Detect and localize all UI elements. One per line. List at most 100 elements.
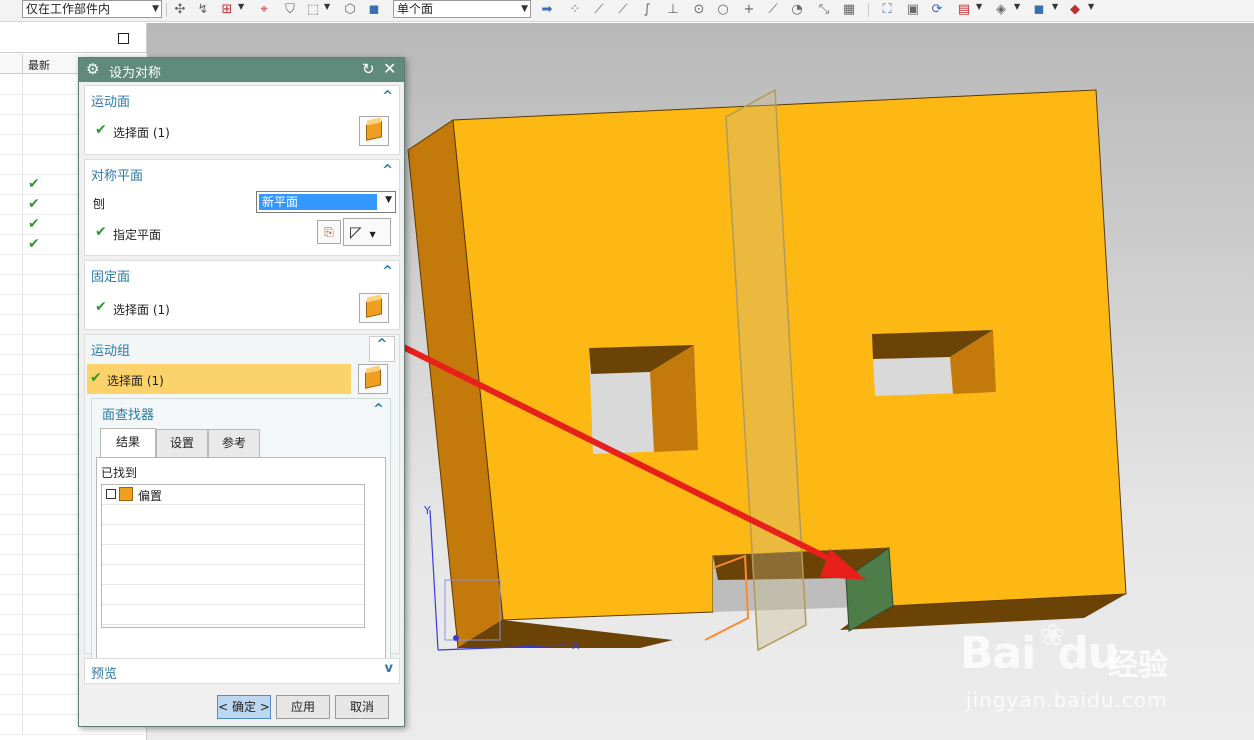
select-face-button[interactable] xyxy=(358,364,388,394)
check-icon: ✔ xyxy=(90,370,102,386)
gear-icon[interactable]: ⚙ xyxy=(86,60,99,78)
close-icon[interactable]: ✕ xyxy=(383,59,396,78)
midpoint-icon[interactable]: ⟋ xyxy=(614,1,632,18)
plane-type-combo[interactable]: 新平面 ▼ xyxy=(256,191,396,213)
layout-icon[interactable]: ▤ xyxy=(955,1,973,18)
endpoint-icon[interactable]: ⁘ xyxy=(566,1,584,18)
quadrant-icon[interactable]: ⊥ xyxy=(664,1,682,18)
body-icon[interactable]: ⬡ xyxy=(341,1,359,18)
dialog-title-bar[interactable]: ⚙ 设为对称 ↻ ✕ xyxy=(79,58,404,82)
plane-type-value: 新平面 xyxy=(259,194,377,210)
column-divider xyxy=(22,495,23,515)
chevron-up-icon[interactable]: ^ xyxy=(382,163,393,178)
tangent-icon[interactable]: ⟋ xyxy=(764,1,782,18)
preview-section: 预览 v xyxy=(84,658,400,684)
fixed-face-select-row[interactable]: ✔ 选择面 (1) xyxy=(85,293,399,323)
column-latest[interactable]: 最新 xyxy=(28,57,50,73)
view-image-icon[interactable]: ▣ xyxy=(904,1,922,18)
plane-type-label: 刨 xyxy=(93,197,106,211)
chevron-down-icon[interactable]: ▼ xyxy=(1052,2,1058,11)
ok-button[interactable]: < 确定 > xyxy=(217,695,271,719)
watermark-url: jingyan.baidu.com xyxy=(966,688,1168,712)
chevron-down-icon[interactable]: ▼ xyxy=(238,2,244,11)
chevron-down-icon: ▼ xyxy=(152,4,159,14)
column-divider xyxy=(22,675,23,695)
render-style-icon[interactable]: ◆ xyxy=(1066,1,1084,18)
inferred-plane-button[interactable]: ◸ ▼ xyxy=(343,218,391,246)
arrow-right-icon[interactable]: ➡ xyxy=(538,1,556,18)
chevron-down-icon[interactable]: ▼ xyxy=(976,2,982,11)
column-divider xyxy=(22,435,23,455)
selection-scope-combo[interactable]: 仅在工作部件内 ▼ xyxy=(22,0,162,18)
line-icon[interactable]: ⟋ xyxy=(590,1,608,18)
tab-settings[interactable]: 设置 xyxy=(156,429,208,457)
plane-type-row: 刨 新平面 ▼ xyxy=(85,191,399,215)
cancel-button[interactable]: 取消 xyxy=(335,695,389,719)
column-divider xyxy=(22,455,23,475)
maximize-icon[interactable] xyxy=(118,33,129,44)
face-point-icon[interactable]: ◔ xyxy=(788,1,806,18)
point-icon[interactable]: ⌖ xyxy=(255,1,273,18)
reset-icon[interactable]: ↻ xyxy=(362,60,375,78)
shading-icon[interactable]: ◈ xyxy=(992,1,1010,18)
column-divider xyxy=(22,315,23,335)
chevron-down-icon[interactable]: ▼ xyxy=(1088,2,1094,11)
select-face-button[interactable] xyxy=(359,293,389,323)
column-divider xyxy=(22,395,23,415)
list-item xyxy=(102,565,364,585)
make-symmetric-dialog: ⚙ 设为对称 ↻ ✕ 运动面 ^ ✔ 选择面 (1) 对称平面 ^ 刨 新平面 … xyxy=(78,57,405,727)
feature-icon[interactable]: ⛉ xyxy=(281,1,299,18)
fit-view-icon[interactable]: ⛶ xyxy=(878,1,896,18)
column-divider xyxy=(22,215,23,235)
filter-add-icon[interactable]: ⊞ xyxy=(218,1,236,18)
apply-button[interactable]: 应用 xyxy=(276,695,330,719)
chevron-up-icon[interactable]: ^ xyxy=(382,89,393,104)
chevron-down-icon[interactable]: ▼ xyxy=(324,2,330,11)
face-rule-combo[interactable]: 单个面 ▼ xyxy=(393,0,531,18)
specify-plane-label: 指定平面 xyxy=(113,228,162,242)
select-face-button[interactable] xyxy=(359,116,389,146)
list-item[interactable]: 偏置 xyxy=(102,485,364,505)
section-title[interactable]: 运动组 xyxy=(91,340,130,359)
results-tab-panel: 已找到 偏置 xyxy=(96,457,386,665)
existing-point-icon[interactable]: ⤡ xyxy=(815,1,833,18)
chevron-down-icon: ▼ xyxy=(521,4,528,14)
motion-group-select-row[interactable]: ✔ 选择面 (1) xyxy=(87,364,351,394)
item-label: 偏置 xyxy=(138,489,163,503)
curve-snap-icon[interactable]: ↯ xyxy=(194,1,212,18)
column-divider xyxy=(22,475,23,495)
symmetry-plane-section: 对称平面 ^ 刨 新平面 ▼ ✔ 指定平面 ⎘ ◸ ▼ xyxy=(84,159,400,256)
center-icon[interactable]: ⊙ xyxy=(690,1,708,18)
rect-select-icon[interactable]: ⬚ xyxy=(304,1,322,18)
select-face-label: 选择面 (1) xyxy=(107,374,164,388)
circle-icon[interactable]: ○ xyxy=(714,1,732,18)
tab-reference[interactable]: 参考 xyxy=(208,429,260,457)
specify-plane-row[interactable]: ✔ 指定平面 ⎘ ◸ ▼ xyxy=(85,218,399,248)
chevron-up-icon[interactable]: ^ xyxy=(369,336,395,362)
face-rule-value: 单个面 xyxy=(397,2,434,16)
chevron-down-icon: ▼ xyxy=(369,230,376,239)
snap-icon[interactable]: ✣ xyxy=(171,1,189,18)
arc-icon[interactable]: ∫ xyxy=(638,1,656,18)
column-divider xyxy=(22,575,23,595)
chevron-up-icon[interactable]: ^ xyxy=(373,402,384,417)
section-title[interactable]: 固定面 xyxy=(91,266,130,285)
intersection-icon[interactable]: + xyxy=(740,1,758,18)
plane-dialog-button[interactable]: ⎘ xyxy=(317,220,341,244)
cube-icon[interactable]: ◼ xyxy=(365,1,383,18)
section-title[interactable]: 面查找器 xyxy=(102,404,154,423)
item-checkbox[interactable] xyxy=(106,489,116,499)
rotate-icon[interactable]: ⟳ xyxy=(928,1,946,18)
section-title[interactable]: 对称平面 xyxy=(91,165,143,184)
chevron-down-icon[interactable]: v xyxy=(385,661,393,676)
tab-results[interactable]: 结果 xyxy=(100,428,156,458)
display-cube-icon[interactable]: ◼ xyxy=(1030,1,1048,18)
chevron-up-icon[interactable]: ^ xyxy=(382,264,393,279)
dialog-title: 设为对称 xyxy=(109,66,162,81)
motion-face-select-row[interactable]: ✔ 选择面 (1) xyxy=(85,116,399,146)
section-title[interactable]: 运动面 xyxy=(91,91,130,110)
chevron-down-icon[interactable]: ▼ xyxy=(1014,2,1020,11)
section-title[interactable]: 预览 xyxy=(91,663,117,682)
grid-icon[interactable]: ▦ xyxy=(840,1,858,18)
found-label: 已找到 xyxy=(101,466,138,480)
